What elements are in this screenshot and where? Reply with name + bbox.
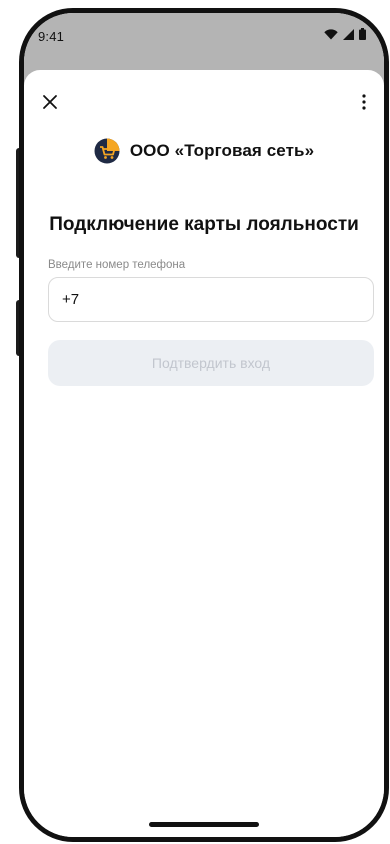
more-vertical-icon: [362, 93, 366, 115]
phone-screen: 9:41 ООО «Торговая сеть» Подключение кар…: [24, 13, 384, 837]
close-icon: [42, 94, 58, 115]
brand-name: ООО «Торговая сеть»: [129, 141, 315, 160]
phone-frame: 9:41 ООО «Торговая сеть» Подключение кар…: [19, 8, 389, 842]
phone-input[interactable]: [48, 277, 374, 322]
brand-header: ООО «Торговая сеть»: [24, 138, 384, 164]
status-time: 9:41: [38, 29, 65, 44]
signal-icon: [343, 28, 354, 40]
shopping-cart-icon: [94, 138, 120, 164]
close-button[interactable]: [38, 92, 62, 116]
home-indicator[interactable]: [149, 822, 259, 827]
wifi-icon: [324, 28, 338, 40]
phone-field-label: Введите номер телефона: [48, 259, 186, 271]
more-options-button[interactable]: [354, 92, 374, 116]
confirm-login-button[interactable]: Подтвердить вход: [48, 340, 374, 386]
status-icons: [324, 28, 366, 40]
battery-icon: [359, 28, 366, 40]
device-stage: 9:41 ООО «Торговая сеть» Подключение кар…: [0, 0, 390, 844]
page-title: Подключение карты лояльности: [49, 214, 359, 235]
bottom-sheet: ООО «Торговая сеть» Подключение карты ло…: [24, 70, 384, 837]
